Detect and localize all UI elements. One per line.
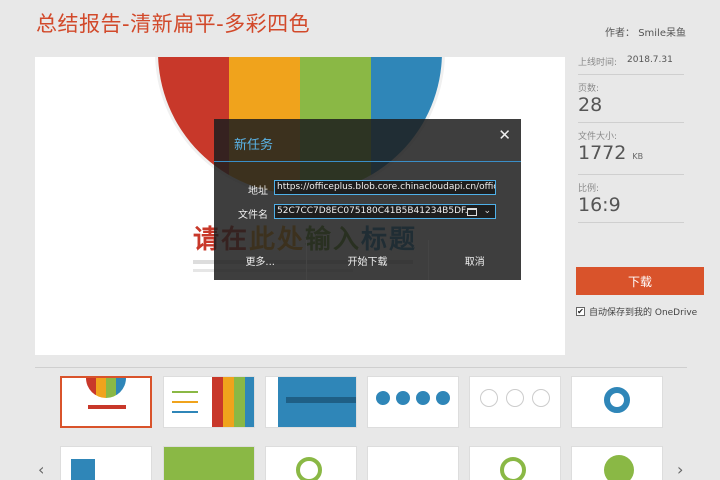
thumbnail-6[interactable]: [571, 376, 663, 428]
upload-info: 上线时间: 2018.7.31: [578, 55, 684, 75]
dialog-divider: [214, 161, 521, 162]
more-button[interactable]: 更多...: [214, 240, 306, 280]
onedrive-option[interactable]: ✔ 自动保存到我的 OneDrive: [576, 305, 697, 318]
thumbnail-2[interactable]: [163, 376, 255, 428]
address-field[interactable]: https://officeplus.blob.core.chinaclouda…: [274, 180, 496, 195]
download-button[interactable]: 下载: [576, 267, 704, 295]
next-arrow-icon[interactable]: ›: [677, 460, 683, 479]
template-info-panel: 上线时间: 2018.7.31 页数: 28 文件大小: 1772 KB 比例: 1…: [578, 55, 684, 229]
onedrive-label: 自动保存到我的 OneDrive: [589, 308, 698, 318]
address-label: 地址: [248, 186, 268, 197]
pages-label: 页数:: [578, 84, 600, 94]
thumbnail-4[interactable]: [367, 376, 459, 428]
dialog-buttons: 更多... 开始下载 取消: [214, 240, 521, 280]
author-label: 作者： Smile呆鱼: [605, 28, 686, 39]
ratio-label: 比例:: [578, 184, 600, 194]
size-info: 文件大小: 1772 KB: [578, 129, 684, 175]
thumbnail-3[interactable]: [265, 376, 357, 428]
thumbnail-11[interactable]: [469, 446, 561, 480]
size-value: 1772: [578, 142, 627, 164]
pages-value: 28: [578, 94, 603, 116]
pages-info: 页数: 28: [578, 81, 684, 123]
filename-value: 52C7CC7D8EC075180C41B5B41234B5DF.: [277, 206, 468, 216]
prev-arrow-icon[interactable]: ‹: [38, 460, 44, 479]
filename-field[interactable]: 52C7CC7D8EC075180C41B5B41234B5DF. ⌄: [274, 204, 496, 219]
chevron-down-icon[interactable]: ⌄: [483, 205, 491, 218]
dialog-title: 新任务: [234, 138, 274, 153]
page-title: 总结报告-清新扁平-多彩四色: [36, 12, 311, 36]
start-download-button[interactable]: 开始下载: [306, 240, 429, 280]
thumbnail-12[interactable]: [571, 446, 663, 480]
size-unit: KB: [632, 152, 644, 161]
thumb-divider: [35, 367, 687, 368]
thumbnail-1[interactable]: [60, 376, 152, 428]
thumbnail-10[interactable]: [367, 446, 459, 480]
ratio-info: 比例: 16:9: [578, 181, 684, 223]
thumbnail-7[interactable]: [60, 446, 152, 480]
size-label: 文件大小:: [578, 132, 618, 142]
new-task-dialog: 新任务 ✕ 地址 https://officeplus.blob.core.ch…: [214, 119, 521, 280]
slide-thumbnails: [60, 376, 665, 480]
thumbnail-5[interactable]: [469, 376, 561, 428]
thumbnail-9[interactable]: [265, 446, 357, 480]
thumbnail-8[interactable]: [163, 446, 255, 480]
onedrive-checkbox[interactable]: ✔: [576, 307, 585, 316]
ratio-value: 16:9: [578, 194, 621, 216]
upload-label: 上线时间:: [578, 58, 618, 68]
close-icon[interactable]: ✕: [498, 126, 511, 144]
filename-label: 文件名: [238, 210, 268, 221]
cancel-button[interactable]: 取消: [429, 240, 521, 280]
upload-value: 2018.7.31: [627, 55, 673, 65]
folder-icon[interactable]: [467, 208, 477, 216]
